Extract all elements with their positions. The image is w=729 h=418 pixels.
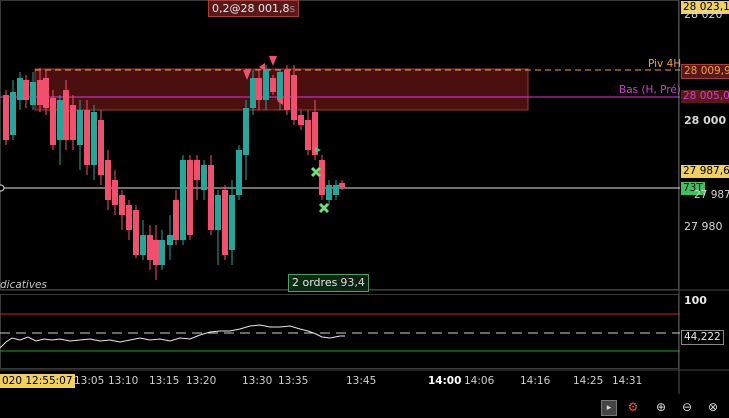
buy-cross-icon [310, 166, 322, 178]
scroll-left-icon[interactable]: ▸ [601, 400, 617, 416]
candle-bull [236, 150, 242, 195]
candle-bear [70, 105, 76, 140]
candle-bear [305, 120, 311, 150]
candle-bear [291, 75, 297, 120]
pivot-price-tag: 28 009,9 [681, 64, 729, 79]
low-label: Bas (H, Pré) [619, 84, 681, 96]
last-price-handle [0, 184, 5, 192]
candle-bull [57, 100, 63, 140]
time-axis-label: 13:30 [242, 375, 273, 387]
candle-bear [319, 160, 325, 195]
candle-bear [133, 210, 139, 255]
candle-bull [30, 82, 36, 105]
candle-bear [187, 160, 193, 235]
indicator-value-tag: 44,222 [681, 330, 724, 345]
trade-label-text: 0,2@28 001,8 [212, 2, 290, 15]
candle-bull [201, 165, 207, 190]
time-axis-label: 13:35 [278, 375, 309, 387]
candle-bear [173, 200, 179, 240]
time-axis-label: 14:06 [464, 375, 495, 387]
buy-cross-icon [318, 202, 330, 214]
candle-bear [23, 80, 29, 100]
price-axis-label: 27 980 [684, 220, 723, 233]
indicator-axis-label: 100 [684, 294, 707, 307]
chart-canvas[interactable] [0, 0, 729, 418]
candle-bear [153, 240, 159, 265]
candle-bull [180, 160, 186, 240]
candle-bear [298, 115, 304, 125]
candle-bear [339, 183, 345, 187]
fit-icon[interactable]: ⊗ [706, 400, 720, 414]
time-axis-label: 14:16 [520, 375, 551, 387]
orders-label: 2 ordres [292, 276, 338, 289]
candle-bull [167, 235, 173, 245]
candle-bull [263, 70, 269, 100]
cursor-price-tag: 27 987,6 [694, 189, 729, 201]
candle-bear [50, 98, 56, 145]
oscillator-line [0, 324, 345, 349]
orders-badge[interactable]: 2 ordres 93,4 [288, 274, 369, 292]
last-price-tag: 27 987,6 [681, 165, 729, 178]
time-axis-label: 14:31 [612, 375, 643, 387]
candle-bear [105, 160, 111, 200]
zoom-in-icon[interactable]: ⊕ [654, 400, 668, 414]
candle-bull [17, 78, 23, 100]
candle-bear [208, 165, 214, 230]
candle-bull [91, 112, 97, 165]
candle-bear [84, 110, 90, 165]
candle-bear [119, 195, 125, 215]
time-axis-label: 13:45 [346, 375, 377, 387]
candle-bull [229, 195, 235, 250]
time-axis-label: 13:15 [149, 375, 180, 387]
indicatives-label: dicatives [0, 279, 47, 291]
candle-bull [140, 235, 146, 255]
time-axis-label: 13:20 [186, 375, 217, 387]
candle-bull [10, 92, 16, 135]
time-axis-label: 13:05 [74, 375, 105, 387]
candle-bear [284, 70, 290, 110]
candle-bear [194, 160, 200, 180]
trade-label-suffix: s [289, 2, 296, 15]
price-axis-label: 28 020 [684, 8, 723, 21]
candle-bear [43, 78, 49, 108]
zoom-out-icon[interactable]: ⊖ [680, 400, 694, 414]
candle-bull [77, 110, 83, 145]
candle-bear [270, 78, 276, 92]
candle-bear [147, 235, 153, 260]
time-axis-label: 13:10 [108, 375, 139, 387]
candle-bull [215, 195, 221, 230]
candle-bull [333, 185, 339, 195]
candle-bear [3, 95, 9, 140]
candle-bear [222, 190, 228, 255]
candle-bear [256, 78, 262, 100]
sell-arrow-icon [269, 56, 277, 66]
pivot-label: Piv 4H [648, 58, 682, 70]
candle-bear [37, 80, 43, 105]
low-price-tag: 28 005,0 [681, 90, 729, 103]
orders-value: 93,4 [340, 276, 368, 289]
candle-bull [159, 240, 165, 265]
settings-icon[interactable]: ⚙ [626, 400, 640, 414]
indicator-pane-frame [0, 294, 679, 369]
candle-bull [326, 185, 332, 200]
trade-label: 0,2@28 001,8s [208, 0, 300, 17]
candle-bear [126, 205, 132, 230]
candle-bear [98, 120, 104, 175]
time-axis-label: 14:00 [428, 375, 462, 387]
candle-bull [243, 108, 249, 155]
time-axis-label: 14:25 [573, 375, 604, 387]
candle-bull [250, 78, 256, 108]
cursor-time-tag: 020 12:55:07 [0, 374, 75, 388]
candle-bear [112, 180, 118, 205]
candle-bear [63, 90, 69, 140]
price-axis-label: 28 000 [684, 114, 727, 127]
candle-bull [277, 72, 283, 100]
